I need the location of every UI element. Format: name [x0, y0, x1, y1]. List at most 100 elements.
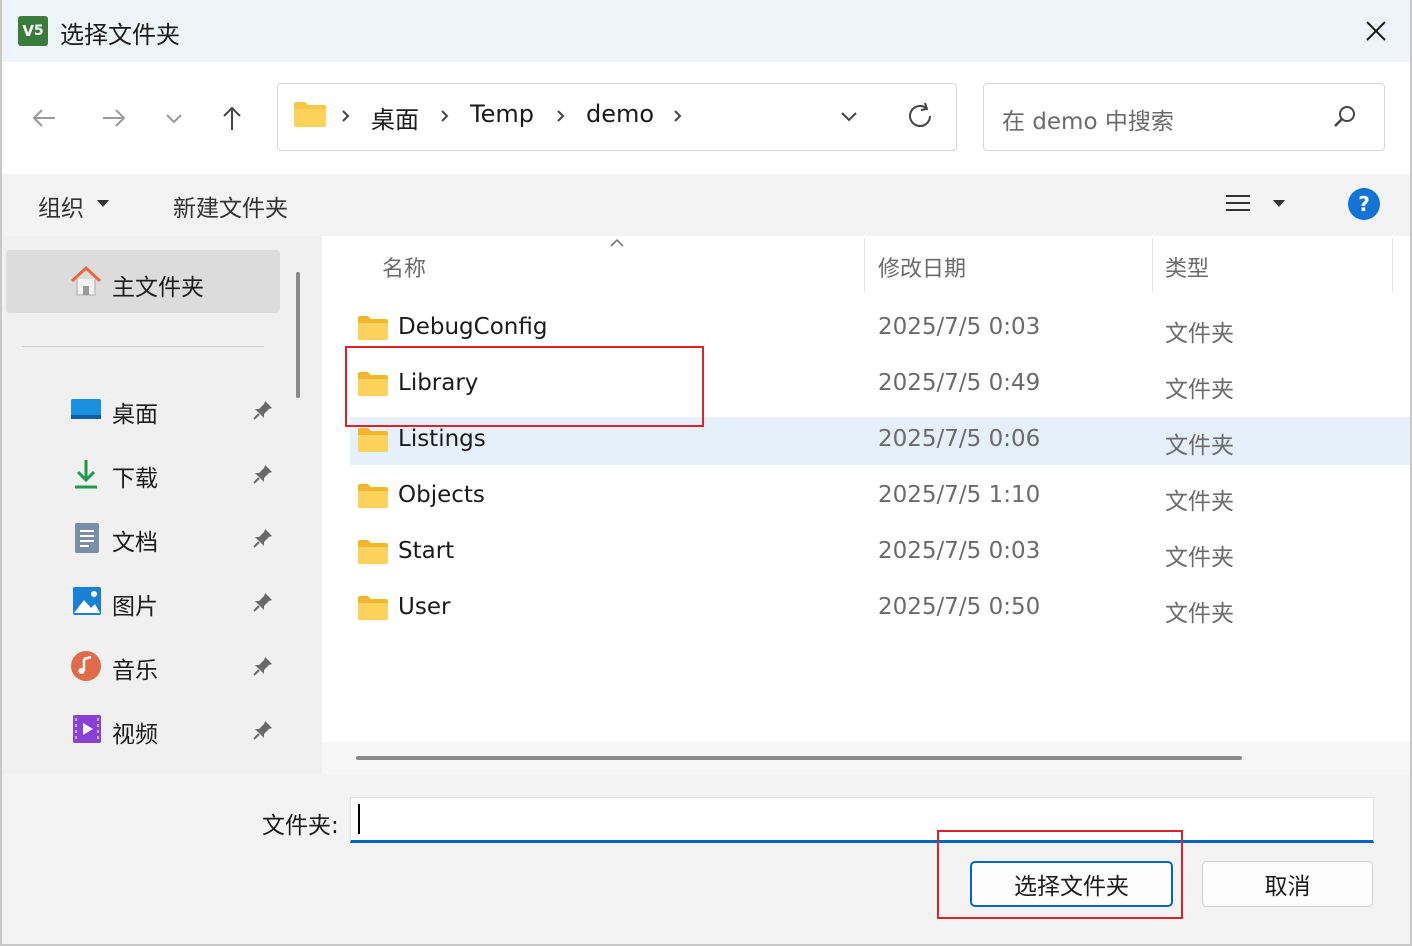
pin-icon [253, 721, 272, 740]
search-icon[interactable] [1331, 103, 1359, 131]
file-date: 2025/7/5 0:06 [878, 426, 1041, 452]
column-divider[interactable] [1392, 238, 1393, 292]
pane-splitter[interactable] [318, 236, 322, 774]
pin-icon [253, 401, 272, 420]
folder-icon [358, 540, 388, 564]
arrow-up-icon [223, 106, 241, 130]
cancel-button[interactable]: 取消 [1202, 861, 1373, 907]
sidebar-item-label: 视频 [112, 722, 158, 748]
help-icon: ? [1348, 188, 1380, 220]
breadcrumb-separator-icon [441, 110, 449, 122]
app-icon-letter: V [22, 22, 34, 40]
sidebar-item-label: 文档 [112, 530, 158, 556]
breadcrumb-item[interactable]: demo [586, 100, 654, 128]
file-type: 文件夹 [1165, 601, 1234, 627]
list-view-icon [1226, 195, 1285, 211]
breadcrumb-item[interactable]: Temp [470, 100, 534, 128]
video-icon [73, 715, 101, 743]
sidebar-item-pictures[interactable]: 图片 [0, 578, 296, 626]
desktop-icon [71, 399, 101, 419]
caret-down-icon [97, 200, 109, 207]
sidebar-item-desktop[interactable]: 桌面 [0, 386, 296, 434]
file-type: 文件夹 [1165, 377, 1234, 403]
home-icon [70, 265, 102, 296]
text-caret [358, 804, 360, 834]
file-name: Start [398, 538, 455, 564]
sidebar-item-label: 下载 [112, 466, 158, 492]
annotation-highlight-library [345, 346, 704, 427]
pin-icon [253, 593, 272, 612]
arrow-left-icon [32, 109, 55, 127]
breadcrumb-separator-icon [557, 110, 565, 122]
picture-icon [73, 587, 101, 615]
file-name: DebugConfig [398, 314, 548, 340]
column-header-name[interactable]: 名称 [382, 251, 426, 283]
folder-icon [294, 102, 326, 127]
forward-button[interactable] [92, 96, 136, 140]
sidebar-item-label: 音乐 [112, 658, 158, 684]
file-name: User [398, 594, 451, 620]
arrow-right-icon [103, 109, 126, 127]
chevron-down-icon [166, 114, 182, 124]
organize-button[interactable]: 组织 [38, 189, 84, 223]
refresh-button[interactable] [904, 100, 936, 136]
file-type: 文件夹 [1165, 489, 1234, 515]
table-row[interactable]: Objects 2025/7/5 1:10 文件夹 [350, 473, 1412, 521]
sidebar-item-label: 图片 [112, 594, 158, 620]
annotation-highlight-select-button [937, 830, 1183, 919]
sidebar-item-downloads[interactable]: 下载 [0, 450, 296, 498]
sidebar-item-documents[interactable]: 文档 [0, 514, 296, 562]
folder-icon [358, 316, 388, 340]
window-title: 选择文件夹 [60, 21, 180, 49]
recent-locations-button[interactable] [152, 96, 196, 140]
file-date: 2025/7/5 1:10 [878, 482, 1041, 508]
up-button[interactable] [210, 96, 254, 140]
sidebar-scrollbar-thumb[interactable] [296, 272, 300, 398]
file-date: 2025/7/5 0:49 [878, 370, 1041, 396]
sidebar-item-music[interactable]: 音乐 [0, 642, 296, 690]
sidebar-item-label: 主文件夹 [112, 275, 204, 301]
file-date: 2025/7/5 0:50 [878, 594, 1041, 620]
document-icon [75, 523, 99, 553]
file-name: Listings [398, 426, 486, 452]
folder-field[interactable] [350, 797, 1374, 843]
pin-icon [253, 465, 272, 484]
sidebar-scroll-track [282, 236, 296, 774]
table-row[interactable]: Start 2025/7/5 0:03 文件夹 [350, 529, 1412, 577]
file-type: 文件夹 [1165, 545, 1234, 571]
folder-icon [358, 484, 388, 508]
refresh-icon [909, 102, 931, 127]
download-icon [75, 460, 97, 489]
pin-icon [253, 657, 272, 676]
help-button[interactable]: ? [1347, 187, 1381, 225]
view-options-button[interactable] [1222, 190, 1302, 222]
file-date: 2025/7/5 0:03 [878, 538, 1041, 564]
folder-icon [358, 596, 388, 620]
table-row[interactable]: User 2025/7/5 0:50 文件夹 [350, 585, 1412, 633]
horizontal-scrollbar[interactable] [356, 756, 1242, 760]
column-header-date[interactable]: 修改日期 [878, 251, 966, 283]
svg-text:?: ? [1358, 192, 1370, 216]
column-divider[interactable] [864, 238, 865, 292]
back-button[interactable] [22, 96, 66, 140]
music-icon [71, 651, 101, 681]
breadcrumb-separator-icon [674, 110, 682, 122]
file-name: Objects [398, 482, 485, 508]
file-type: 文件夹 [1165, 433, 1234, 459]
close-button[interactable] [1352, 10, 1400, 52]
sort-ascending-icon [610, 238, 624, 247]
column-divider[interactable] [1152, 238, 1153, 292]
app-icon-sub: 5 [33, 23, 44, 39]
search-input[interactable]: 在 demo 中搜索 [1002, 102, 1174, 136]
sidebar-divider [22, 346, 264, 347]
title-bar [0, 0, 1412, 62]
address-history-button[interactable] [836, 104, 862, 132]
column-header-type[interactable]: 类型 [1165, 251, 1209, 283]
breadcrumb-item[interactable]: 桌面 [371, 100, 419, 135]
window-border-left [0, 0, 2, 946]
new-folder-button[interactable]: 新建文件夹 [173, 189, 288, 223]
file-type: 文件夹 [1165, 321, 1234, 347]
app-icon: V5 [18, 16, 48, 46]
sidebar-item-videos[interactable]: 视频 [0, 706, 296, 754]
navigation-pane [0, 236, 318, 774]
